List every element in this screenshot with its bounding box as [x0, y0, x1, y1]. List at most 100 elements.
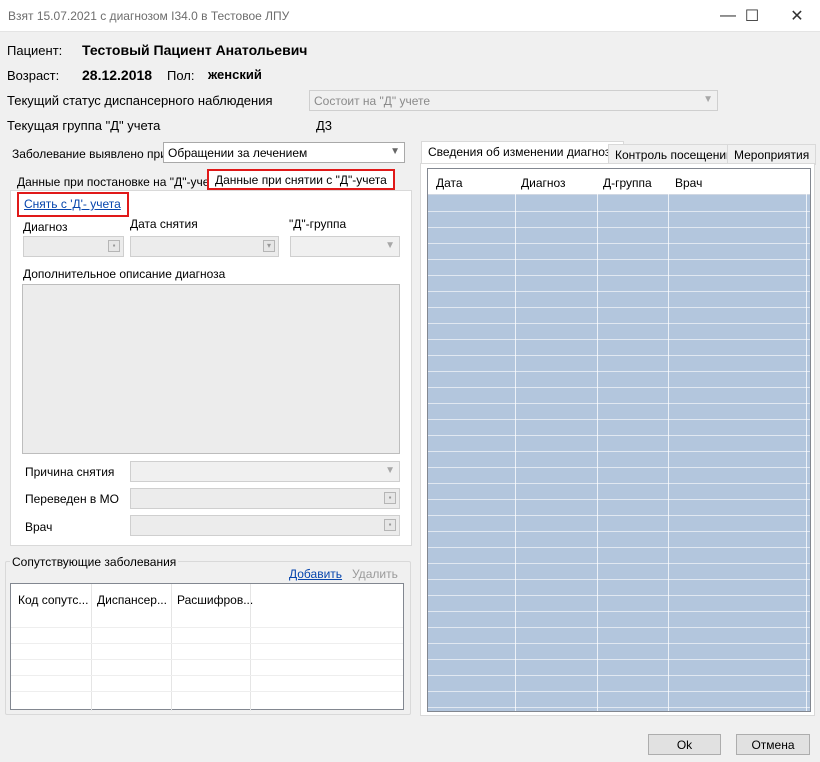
d-group-label: "Д"-группа — [289, 217, 347, 231]
diagnosis-field: ▪ — [23, 236, 124, 257]
column-divider — [597, 169, 598, 711]
column-divider — [806, 169, 807, 711]
sex-label: Пол: — [167, 68, 195, 83]
grid-line — [428, 387, 810, 388]
title-bar: Взят 15.07.2021 с диагнозом I34.0 в Тест… — [0, 0, 820, 32]
status-select: Состоит на "Д" учете ▼ — [309, 90, 718, 111]
grid-line — [428, 435, 810, 436]
sex-value: женский — [208, 67, 262, 82]
removal-date-field: ▾ — [130, 236, 279, 257]
doctor-field: ▪ — [130, 515, 400, 536]
grid-line — [428, 691, 810, 692]
column-divider — [515, 169, 516, 711]
column-header[interactable]: Диспансер... — [97, 593, 167, 607]
column-header[interactable]: Расшифров... — [177, 593, 253, 607]
column-header[interactable]: Дата — [436, 176, 463, 190]
chevron-down-icon: ▼ — [385, 465, 395, 476]
grid-line — [428, 323, 810, 324]
group-value: Д3 — [316, 118, 333, 133]
maximize-button[interactable]: ☐ — [729, 0, 775, 32]
detected-select[interactable]: Обращении за лечением ▼ — [163, 142, 405, 163]
picker-icon: ▪ — [384, 492, 396, 504]
column-header[interactable]: Д-группа — [603, 176, 652, 190]
column-divider — [668, 169, 669, 711]
grid-line — [428, 707, 810, 708]
grid-line — [428, 579, 810, 580]
diagnosis-label: Диагноз — [23, 220, 68, 234]
grid-line — [428, 547, 810, 548]
transferred-field: ▪ — [130, 488, 400, 509]
grid-line — [428, 595, 810, 596]
d-group-select: ▼ — [290, 236, 400, 257]
reason-select: ▼ — [130, 461, 400, 482]
calendar-dropdown-icon: ▾ — [263, 240, 275, 252]
column-header[interactable]: Код сопутс... — [18, 593, 88, 607]
close-button[interactable]: ✕ — [774, 0, 820, 32]
maximize-icon: ☐ — [744, 8, 760, 25]
status-label: Текущий статус диспансерного наблюдения — [7, 93, 273, 108]
grid-line — [428, 403, 810, 404]
grid-line — [428, 451, 810, 452]
birth-date: 28.12.2018 — [82, 67, 153, 83]
grid-line — [428, 675, 810, 676]
transferred-label: Переведен в МО — [25, 492, 119, 506]
grid-line — [11, 659, 403, 660]
chevron-down-icon: ▼ — [385, 240, 395, 251]
column-header[interactable]: Врач — [675, 176, 702, 190]
window-title: Взят 15.07.2021 с диагнозом I34.0 в Тест… — [8, 9, 290, 23]
grid-line — [428, 499, 810, 500]
grid-line — [428, 563, 810, 564]
tab-activities[interactable]: Мероприятия — [727, 144, 817, 165]
description-label: Дополнительное описание диагноза — [23, 267, 226, 281]
comorbid-grid-header: Код сопутс... Диспансер... Расшифров... — [11, 584, 253, 711]
diagnosis-changes-panel: Дата Диагноз Д-группа Врач — [420, 163, 815, 716]
grid-line — [428, 515, 810, 516]
chevron-down-icon: ▼ — [390, 146, 400, 157]
delete-comorbid-link: Удалить — [352, 567, 398, 581]
grid-line — [11, 675, 403, 676]
history-grid-header: Дата Диагноз Д-группа Врач — [428, 169, 810, 195]
cancel-button[interactable]: Отмена — [736, 734, 810, 755]
column-header[interactable]: Диагноз — [521, 176, 566, 190]
picker-icon: ▪ — [384, 519, 396, 531]
grid-line — [428, 611, 810, 612]
grid-line — [428, 627, 810, 628]
tab-removal-data[interactable]: Данные при снятии с "Д"-учета — [207, 169, 395, 190]
grid-line — [11, 627, 403, 628]
comorbid-grid[interactable]: Код сопутс... Диспансер... Расшифров... — [10, 583, 404, 711]
detected-label: Заболевание выявлено при — [12, 147, 167, 161]
detected-value: Обращении за лечением — [168, 146, 308, 160]
age-label: Возраст: — [7, 68, 60, 83]
grid-line — [428, 355, 810, 356]
grid-line — [428, 339, 810, 340]
patient-name: Тестовый Пациент Анатольевич — [82, 42, 308, 58]
grid-line — [428, 259, 810, 260]
grid-line — [428, 291, 810, 292]
picker-icon: ▪ — [108, 240, 120, 252]
status-value: Состоит на "Д" учете — [314, 94, 431, 108]
close-icon: ✕ — [790, 8, 804, 25]
removal-panel: Снять с 'Д'- учета Диагноз Дата снятия "… — [10, 190, 412, 546]
diagnosis-history-grid[interactable]: Дата Диагноз Д-группа Врач — [427, 168, 811, 712]
removal-date-label: Дата снятия — [130, 217, 198, 231]
grid-line — [428, 243, 810, 244]
group-label: Текущая группа "Д" учета — [7, 118, 161, 133]
grid-line — [428, 275, 810, 276]
patient-label: Пациент: — [7, 43, 63, 58]
grid-line — [11, 643, 403, 644]
remove-from-registry-link[interactable]: Снять с 'Д'- учета — [24, 197, 121, 211]
grid-line — [11, 691, 403, 692]
doctor-label: Врач — [25, 520, 53, 534]
tab-registration-data[interactable]: Данные при постановке на "Д"-учет — [10, 171, 221, 192]
grid-line — [428, 483, 810, 484]
tab-diagnosis-changes[interactable]: Сведения об изменении диагноза — [421, 141, 624, 164]
grid-line — [428, 227, 810, 228]
grid-line — [428, 211, 810, 212]
grid-line — [428, 307, 810, 308]
grid-line — [428, 419, 810, 420]
grid-line — [428, 643, 810, 644]
reason-label: Причина снятия — [25, 465, 115, 479]
ok-button[interactable]: Ok — [648, 734, 721, 755]
add-comorbid-link[interactable]: Добавить — [289, 567, 342, 581]
tab-visit-control[interactable]: Контроль посещений — [608, 144, 740, 165]
